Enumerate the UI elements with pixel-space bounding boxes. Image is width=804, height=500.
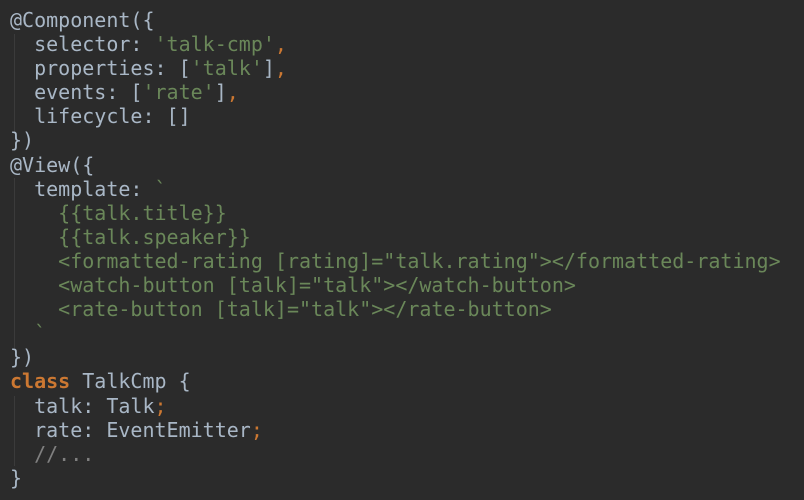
code-line: selector: 'talk-cmp',: [10, 32, 781, 56]
code-token: 'talk': [190, 56, 263, 81]
code-editor[interactable]: @Component({ selector: 'talk-cmp', prope…: [10, 8, 781, 490]
code-token: ,: [274, 32, 287, 57]
code-token: ;: [250, 417, 263, 442]
code-token: ;: [154, 393, 167, 418]
code-line: }: [10, 466, 781, 490]
code-token: <formatted-rating [rating]="talk.rating"…: [10, 248, 781, 273]
code-line: template: `: [10, 177, 781, 201]
code-token: lifecycle: []: [10, 104, 191, 129]
code-line: }): [10, 345, 781, 369]
code-line: lifecycle: []: [10, 104, 781, 128]
code-line: talk: Talk;: [10, 394, 781, 418]
code-token: selector:: [10, 32, 155, 57]
code-token: ,: [226, 80, 239, 105]
code-token: }): [10, 128, 35, 153]
code-token: 'rate': [142, 80, 215, 105]
code-token: TalkCmp {: [70, 369, 191, 394]
code-token: template:: [10, 176, 155, 201]
code-line: {{talk.title}}: [10, 201, 781, 225]
code-token: //...: [10, 441, 95, 466]
code-line: }): [10, 128, 781, 152]
code-token: `: [10, 321, 47, 346]
code-line: `: [10, 321, 781, 345]
code-line: <rate-button [talk]="talk"></rate-button…: [10, 297, 781, 321]
code-token: ]: [214, 80, 227, 105]
code-token: <rate-button [talk]="talk"></rate-button…: [10, 297, 552, 322]
code-token: @View({: [10, 152, 95, 177]
code-line: @Component({: [10, 8, 781, 32]
code-token: properties: [: [10, 56, 191, 81]
code-line: <formatted-rating [rating]="talk.rating"…: [10, 248, 781, 273]
code-token: 'talk-cmp': [154, 32, 275, 57]
code-token: }: [10, 465, 23, 490]
code-line: rate: EventEmitter;: [10, 418, 781, 442]
code-token: ]: [262, 56, 275, 81]
code-token: `: [154, 176, 167, 201]
code-line: <watch-button [talk]="talk"></watch-butt…: [10, 273, 781, 297]
code-token: }): [10, 345, 35, 370]
code-line: {{talk.speaker}}: [10, 225, 781, 249]
code-token: {{talk.title}}: [10, 200, 227, 225]
code-token: events: [: [10, 80, 143, 105]
code-token: ,: [274, 56, 287, 81]
code-line: class TalkCmp {: [10, 369, 781, 393]
code-line: events: ['rate'],: [10, 80, 781, 104]
code-token: rate: EventEmitter: [10, 417, 251, 442]
code-line: //...: [10, 442, 781, 466]
code-token: talk: Talk: [10, 393, 155, 418]
code-token: @Component({: [10, 8, 155, 32]
code-line: @View({: [10, 153, 781, 177]
code-token: <watch-button [talk]="talk"></watch-butt…: [10, 273, 576, 298]
code-line: properties: ['talk'],: [10, 56, 781, 80]
code-token: class: [10, 369, 71, 394]
code-token: {{talk.speaker}}: [10, 224, 251, 249]
